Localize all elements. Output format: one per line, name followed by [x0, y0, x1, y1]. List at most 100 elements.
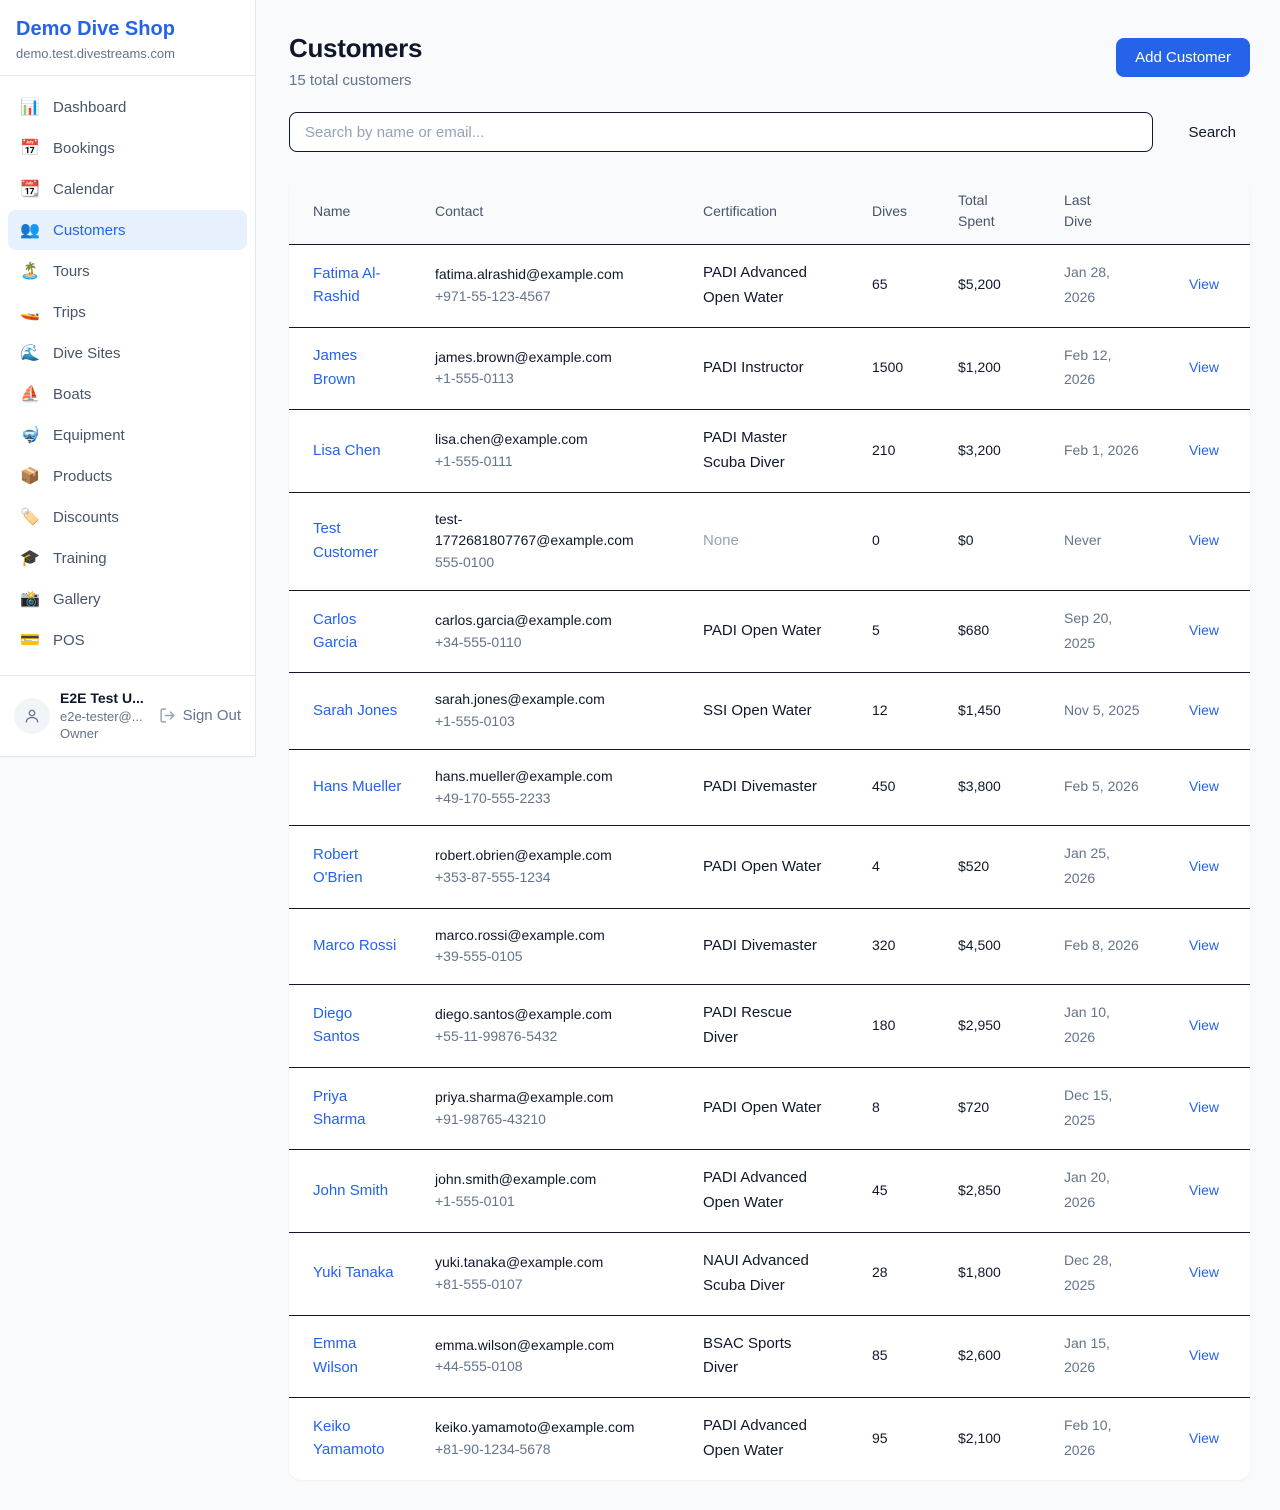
customer-phone: +81-90-1234-5678	[435, 1439, 655, 1461]
page-header: Customers 15 total customers Add Custome…	[289, 33, 1250, 89]
main-content: Customers 15 total customers Add Custome…	[256, 0, 1280, 1510]
search-row: Search	[289, 112, 1250, 152]
dashboard-icon: 📊	[20, 97, 40, 117]
trips-icon: 🚤	[20, 302, 40, 322]
products-icon: 📦	[20, 466, 40, 486]
view-link[interactable]: View	[1189, 1264, 1219, 1280]
dives-count: 180	[872, 1017, 895, 1033]
customer-name-link[interactable]: Lisa Chen	[313, 439, 381, 462]
customer-name-link[interactable]: Hans Mueller	[313, 775, 401, 798]
customer-count: 15 total customers	[289, 72, 422, 89]
view-link[interactable]: View	[1189, 1430, 1219, 1446]
view-link[interactable]: View	[1189, 1182, 1219, 1198]
total-spent: $520	[958, 858, 989, 874]
page-title: Customers	[289, 33, 422, 64]
last-dive: Feb 5, 2026	[1064, 778, 1139, 794]
customer-name-link[interactable]: Priya Sharma	[313, 1085, 403, 1132]
view-link[interactable]: View	[1189, 858, 1219, 874]
customer-name-link[interactable]: John Smith	[313, 1179, 388, 1202]
sidebar-item-dive-sites[interactable]: 🌊 Dive Sites	[8, 333, 247, 373]
table-row: Robert O'Brien robert.obrien@example.com…	[289, 826, 1250, 909]
dives-count: 12	[872, 702, 888, 718]
view-link[interactable]: View	[1189, 442, 1219, 458]
view-link[interactable]: View	[1189, 622, 1219, 638]
view-link[interactable]: View	[1189, 359, 1219, 375]
table-row: Lisa Chen lisa.chen@example.com +1-555-0…	[289, 410, 1250, 493]
customer-name-link[interactable]: Marco Rossi	[313, 934, 396, 957]
view-link[interactable]: View	[1189, 778, 1219, 794]
sidebar-item-calendar[interactable]: 📆 Calendar	[8, 169, 247, 209]
customer-name-link[interactable]: Diego Santos	[313, 1002, 403, 1049]
sign-out-icon	[159, 707, 176, 724]
dives-count: 210	[872, 442, 895, 458]
customer-phone: +1-555-0101	[435, 1191, 655, 1213]
total-spent: $2,850	[958, 1182, 1001, 1198]
total-spent: $2,950	[958, 1017, 1001, 1033]
total-spent: $3,800	[958, 778, 1001, 794]
customer-name-link[interactable]: Fatima Al-Rashid	[313, 262, 403, 309]
customers-table-card: NameContactCertificationDivesTotal Spent…	[289, 178, 1250, 1480]
customer-email: john.smith@example.com	[435, 1169, 655, 1191]
view-link[interactable]: View	[1189, 1347, 1219, 1363]
view-link[interactable]: View	[1189, 702, 1219, 718]
column-header: Certification	[703, 178, 872, 245]
dive-sites-icon: 🌊	[20, 343, 40, 363]
sidebar-item-label: Customers	[53, 222, 126, 239]
sidebar-item-label: Boats	[53, 386, 91, 403]
customer-email: carlos.garcia@example.com	[435, 610, 655, 632]
last-dive: Feb 10, 2026	[1064, 1417, 1111, 1458]
table-row: Diego Santos diego.santos@example.com +5…	[289, 985, 1250, 1068]
view-link[interactable]: View	[1189, 276, 1219, 292]
sidebar-item-dashboard[interactable]: 📊 Dashboard	[8, 87, 247, 127]
view-link[interactable]: View	[1189, 1099, 1219, 1115]
column-header: Contact	[435, 178, 703, 245]
add-customer-button[interactable]: Add Customer	[1116, 38, 1250, 77]
total-spent: $2,100	[958, 1430, 1001, 1446]
table-header: NameContactCertificationDivesTotal Spent…	[289, 178, 1250, 245]
table-row: Keiko Yamamoto keiko.yamamoto@example.co…	[289, 1398, 1250, 1480]
sign-out-button[interactable]: Sign Out	[159, 707, 241, 724]
user-section: E2E Test U... e2e-tester@... Owner Sign …	[0, 675, 255, 756]
sidebar-item-tours[interactable]: 🏝️ Tours	[8, 251, 247, 291]
sidebar-item-bookings[interactable]: 📅 Bookings	[8, 128, 247, 168]
sidebar-item-equipment[interactable]: 🤿 Equipment	[8, 415, 247, 455]
customer-phone: +49-170-555-2233	[435, 788, 655, 810]
sidebar-item-customers[interactable]: 👥 Customers	[8, 210, 247, 250]
certification: PADI Rescue Diver	[703, 1004, 792, 1046]
customer-phone: +1-555-0113	[435, 368, 655, 390]
sidebar-item-trips[interactable]: 🚤 Trips	[8, 292, 247, 332]
training-icon: 🎓	[20, 548, 40, 568]
customer-name-link[interactable]: Test Customer	[313, 517, 403, 564]
customer-name-link[interactable]: Robert O'Brien	[313, 843, 403, 890]
sidebar-item-boats[interactable]: ⛵ Boats	[8, 374, 247, 414]
tours-icon: 🏝️	[20, 261, 40, 281]
last-dive: Feb 12, 2026	[1064, 347, 1111, 388]
certification: BSAC Sports Diver	[703, 1335, 791, 1377]
sidebar-item-products[interactable]: 📦 Products	[8, 456, 247, 496]
total-spent: $1,450	[958, 702, 1001, 718]
view-link[interactable]: View	[1189, 1017, 1219, 1033]
customer-name-link[interactable]: Emma Wilson	[313, 1332, 403, 1379]
customer-name-link[interactable]: James Brown	[313, 344, 403, 391]
view-link[interactable]: View	[1189, 532, 1219, 548]
customer-email: priya.sharma@example.com	[435, 1087, 655, 1109]
certification: PADI Divemaster	[703, 937, 817, 954]
customer-email: test-1772681807767@example.com	[435, 509, 655, 552]
customer-email: lisa.chen@example.com	[435, 429, 655, 451]
sidebar-item-training[interactable]: 🎓 Training	[8, 538, 247, 578]
sidebar-item-gallery[interactable]: 📸 Gallery	[8, 579, 247, 619]
calendar-icon: 📆	[20, 179, 40, 199]
sidebar-item-discounts[interactable]: 🏷️ Discounts	[8, 497, 247, 537]
customer-name-link[interactable]: Keiko Yamamoto	[313, 1415, 403, 1462]
view-link[interactable]: View	[1189, 937, 1219, 953]
certification: PADI Advanced Open Water	[703, 1169, 807, 1211]
last-dive: Dec 15, 2025	[1064, 1087, 1112, 1128]
customer-name-link[interactable]: Yuki Tanaka	[313, 1261, 394, 1284]
sidebar-item-pos[interactable]: 💳 POS	[8, 620, 247, 660]
last-dive: Feb 8, 2026	[1064, 937, 1139, 953]
customer-name-link[interactable]: Carlos Garcia	[313, 608, 403, 655]
customer-name-link[interactable]: Sarah Jones	[313, 699, 397, 722]
search-button[interactable]: Search	[1188, 116, 1236, 149]
search-input[interactable]	[289, 112, 1153, 152]
sidebar-item-label: Dashboard	[53, 99, 126, 116]
